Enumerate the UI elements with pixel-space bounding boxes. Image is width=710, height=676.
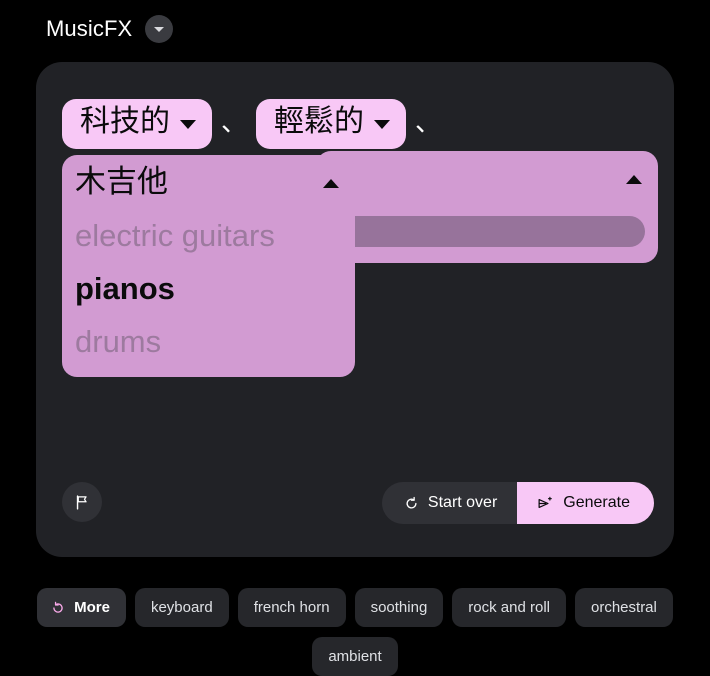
instrument-dropdown-secondary-option-highlight[interactable] [329,216,645,247]
suggestion-chip-french-horn[interactable]: french horn [237,588,346,627]
instrument-dropdown-secondary-header[interactable] [316,151,658,207]
suggestion-chip-label: rock and roll [468,599,550,616]
instrument-option-electric-guitars[interactable]: electric guitars [62,211,355,264]
prompt-builder: 科技的 、 輕鬆的 、 [62,99,654,149]
instrument-option-label: electric guitars [75,218,275,253]
action-button-group: Start over Generate [381,482,654,524]
generate-button[interactable]: Generate [517,482,654,524]
app-header: MusicFX [46,12,174,46]
suggestion-chip-label: orchestral [591,599,657,616]
suggestion-chip-label: french horn [253,599,330,616]
refresh-icon [53,601,63,613]
instrument-dropdown-selected-label: 木吉他 [75,163,168,199]
suggestion-chip-more[interactable]: More [37,588,126,627]
suggestion-chip-soothing[interactable]: soothing [354,588,444,627]
suggestion-chip-label: soothing [370,599,428,616]
suggestion-chip-ambient[interactable]: ambient [312,637,398,676]
suggestion-chip-orchestral[interactable]: orchestral [575,588,673,627]
start-over-button[interactable]: Start over [381,482,518,524]
suggestion-chip-label: keyboard [150,599,213,616]
start-over-label: Start over [427,494,498,511]
suggestion-chip-label: More [74,599,110,616]
chevron-down-icon [374,119,391,129]
report-flag-button[interactable] [62,482,102,522]
chevron-up-icon [323,179,339,188]
chevron-up-icon [626,175,642,184]
refresh-icon [406,496,417,509]
instrument-option-label: drums [75,324,162,359]
chevron-down-icon [154,26,165,32]
title-dropdown-button[interactable] [145,15,174,43]
prompt-chip-style[interactable]: 科技的 [62,99,212,149]
suggestion-chip-rock-and-roll[interactable]: rock and roll [452,588,566,627]
instrument-option-label: pianos [75,271,175,306]
instrument-option-pianos[interactable]: pianos [62,264,355,317]
send-sparkle-icon [538,496,553,508]
prompt-chip-row: 科技的 、 輕鬆的 、 [62,99,654,149]
instrument-option-drums[interactable]: drums [62,317,355,370]
prompt-separator: 、 [221,106,248,137]
chevron-down-icon [180,119,196,129]
prompt-chip-style-label: 科技的 [80,105,170,138]
prompt-chip-mood[interactable]: 輕鬆的 [256,99,407,149]
page-title: MusicFX [46,16,133,41]
generate-label: Generate [563,494,630,511]
prompt-chip-mood-label: 輕鬆的 [274,105,365,138]
suggestion-chip-list: More keyboard french horn soothing rock … [36,588,674,676]
instrument-dropdown-header[interactable]: 木吉他 [62,155,355,211]
instrument-dropdown-secondary[interactable] [316,151,658,263]
suggestion-chip-keyboard[interactable]: keyboard [134,588,229,627]
suggestion-chip-label: ambient [328,648,382,665]
flag-icon [76,494,87,510]
prompt-separator-2: 、 [415,106,442,137]
instrument-dropdown[interactable]: 木吉他 electric guitars pianos drums [62,155,355,377]
